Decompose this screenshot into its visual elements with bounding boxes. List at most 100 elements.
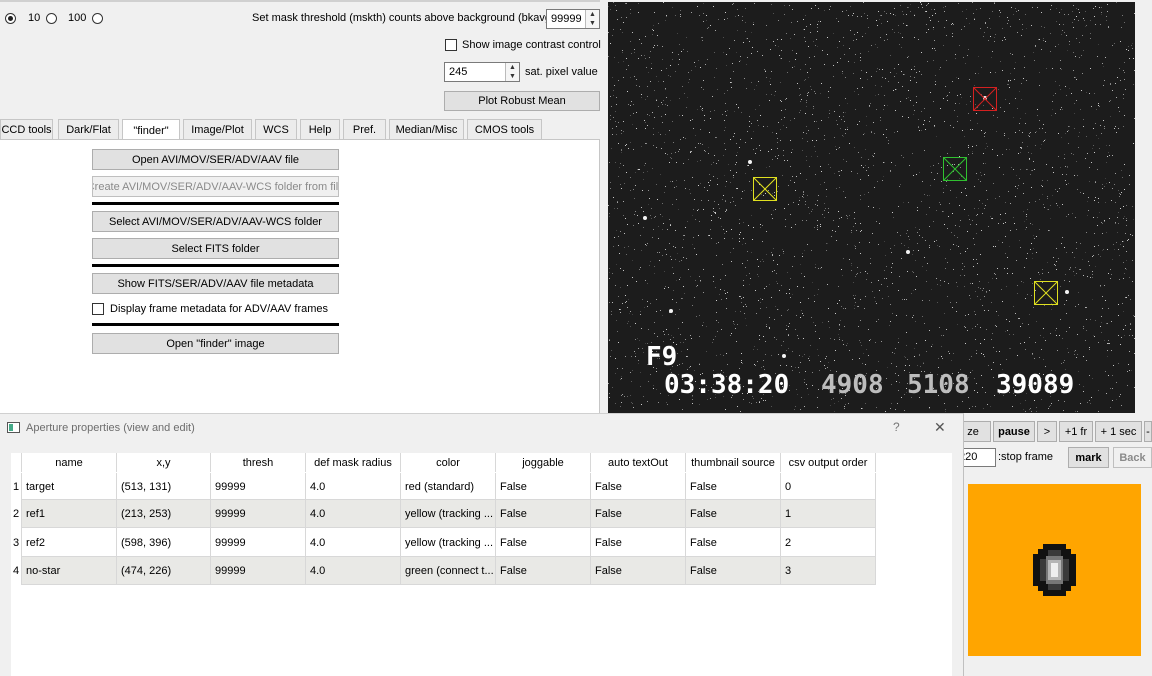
cell-csv-order[interactable]: 2 xyxy=(781,528,876,557)
cell-csv-order[interactable]: 0 xyxy=(781,473,876,500)
row-number[interactable]: 1 xyxy=(11,473,22,500)
tab-pref[interactable]: Pref. xyxy=(343,119,386,140)
cell-thumbnail-source[interactable]: False xyxy=(686,473,781,500)
open-finder-image-button[interactable]: Open "finder" image xyxy=(92,333,339,354)
cell-auto-textout[interactable]: False xyxy=(591,557,686,585)
row-number[interactable]: 4 xyxy=(11,557,22,585)
plus-one-frame-button[interactable]: +1 fr xyxy=(1059,421,1093,442)
select-fits-folder-button[interactable]: Select FITS folder xyxy=(92,238,339,259)
cell-name[interactable]: no-star xyxy=(22,557,117,585)
cell-thresh[interactable]: 99999 xyxy=(211,528,306,557)
cell-thresh[interactable]: 99999 xyxy=(211,473,306,500)
cell-name[interactable]: ref2 xyxy=(22,528,117,557)
tab-finder[interactable]: "finder" xyxy=(122,119,180,141)
column-header-xy[interactable]: x,y xyxy=(117,453,211,472)
ref2-aperture-marker[interactable] xyxy=(1034,281,1058,305)
cell-thresh[interactable]: 99999 xyxy=(211,557,306,585)
cell-xy[interactable]: (598, 396) xyxy=(117,528,211,557)
select-wcs-folder-button[interactable]: Select AVI/MOV/SER/ADV/AAV-WCS folder xyxy=(92,211,339,232)
cell-thumbnail-source[interactable]: False xyxy=(686,500,781,528)
tab-cmos-tools[interactable]: CMOS tools xyxy=(467,119,542,140)
threshold-value: 99999 xyxy=(551,13,582,25)
radio-10[interactable] xyxy=(46,13,57,24)
cell-csv-order[interactable]: 3 xyxy=(781,557,876,585)
cell-color[interactable]: yellow (tracking ... xyxy=(401,528,496,557)
cell-auto-textout[interactable]: False xyxy=(591,473,686,500)
threshold-spin-arrows[interactable]: ▲ ▼ xyxy=(585,10,599,28)
ref1-aperture-marker[interactable] xyxy=(753,177,777,201)
code-2: 5108 xyxy=(907,370,970,400)
cell-joggable[interactable]: False xyxy=(496,473,591,500)
cell-color[interactable]: green (connect t... xyxy=(401,557,496,585)
window-icon xyxy=(7,422,20,433)
cell-color[interactable]: yellow (tracking ... xyxy=(401,500,496,528)
step-forward-button[interactable]: > xyxy=(1037,421,1057,442)
cell-color[interactable]: red (standard) xyxy=(401,473,496,500)
plot-robust-mean-button[interactable]: Plot Robust Mean xyxy=(444,91,600,111)
open-avi-file-button[interactable]: Open AVI/MOV/SER/ADV/AAV file xyxy=(92,149,339,170)
help-icon[interactable]: ? xyxy=(893,420,900,434)
cell-auto-textout[interactable]: False xyxy=(591,528,686,557)
row-number[interactable]: 3 xyxy=(11,528,22,557)
video-frame[interactable]: F9 03:38:20 4908 5108 39089 xyxy=(608,2,1135,413)
cell-xy[interactable]: (213, 253) xyxy=(117,500,211,528)
column-header-mask-radius[interactable]: def mask radius xyxy=(306,453,401,472)
star-field-image xyxy=(608,2,1135,412)
sat-spin-arrows[interactable]: ▲ ▼ xyxy=(505,63,519,81)
plus-one-sec-button[interactable]: + 1 sec xyxy=(1095,421,1142,442)
cell-xy[interactable]: (474, 226) xyxy=(117,557,211,585)
create-wcs-folder-button[interactable]: Create AVI/MOV/SER/ADV/AAV-WCS folder fr… xyxy=(92,176,339,197)
cell-xy[interactable]: (513, 131) xyxy=(117,473,211,500)
cell-thresh[interactable]: 99999 xyxy=(211,500,306,528)
cell-name[interactable]: target xyxy=(22,473,117,500)
column-header-csv-order[interactable]: csv output order xyxy=(781,453,876,472)
cell-mask-radius[interactable]: 4.0 xyxy=(306,500,401,528)
radio-1[interactable] xyxy=(5,13,16,24)
target-aperture-marker[interactable] xyxy=(973,87,997,111)
tab-wcs[interactable]: WCS xyxy=(255,119,297,140)
cell-mask-radius[interactable]: 4.0 xyxy=(306,473,401,500)
tab-help[interactable]: Help xyxy=(300,119,340,140)
cell-joggable[interactable]: False xyxy=(496,500,591,528)
table-corner xyxy=(11,453,22,472)
column-header-color[interactable]: color xyxy=(401,453,496,472)
more-button[interactable]: - xyxy=(1144,421,1152,442)
code-1: 4908 xyxy=(821,370,884,400)
display-metadata-checkbox[interactable] xyxy=(92,303,104,315)
cell-joggable[interactable]: False xyxy=(496,557,591,585)
cell-thumbnail-source[interactable]: False xyxy=(686,528,781,557)
row-number[interactable]: 2 xyxy=(11,500,22,528)
close-icon[interactable]: ✕ xyxy=(934,419,946,436)
separator xyxy=(92,202,339,205)
thumbnail-image xyxy=(968,484,1141,656)
cell-name[interactable]: ref1 xyxy=(22,500,117,528)
cell-joggable[interactable]: False xyxy=(496,528,591,557)
column-header-auto-textout[interactable]: auto textOut xyxy=(591,453,686,472)
tab-image-plot[interactable]: Image/Plot xyxy=(183,119,252,140)
cell-mask-radius[interactable]: 4.0 xyxy=(306,557,401,585)
pause-button[interactable]: pause xyxy=(993,421,1035,442)
radio-100-label: 100 xyxy=(68,12,87,24)
timestamp: 03:38:20 xyxy=(664,370,790,400)
contrast-checkbox[interactable] xyxy=(445,39,457,51)
column-header-joggable[interactable]: joggable xyxy=(496,453,591,472)
column-header-thumbnail-source[interactable]: thumbnail source xyxy=(686,453,781,472)
cell-mask-radius[interactable]: 4.0 xyxy=(306,528,401,557)
mark-button[interactable]: mark xyxy=(1068,447,1109,468)
tab-ccd-tools[interactable]: CCD tools xyxy=(0,119,53,140)
radio-100[interactable] xyxy=(92,13,103,24)
column-header-thresh[interactable]: thresh xyxy=(211,453,306,472)
column-header-name[interactable]: name xyxy=(22,453,117,472)
contrast-label: Show image contrast control xyxy=(462,39,601,51)
cell-csv-order[interactable]: 1 xyxy=(781,500,876,528)
no-star-aperture-marker[interactable] xyxy=(943,157,967,181)
cell-thumbnail-source[interactable]: False xyxy=(686,557,781,585)
tab-dark-flat[interactable]: Dark/Flat xyxy=(58,119,119,140)
show-metadata-button[interactable]: Show FITS/SER/ADV/AAV file metadata xyxy=(92,273,339,294)
stop-frame-label: :stop frame xyxy=(998,451,1054,463)
cell-auto-textout[interactable]: False xyxy=(591,500,686,528)
threshold-spinbox[interactable]: 99999 ▲ ▼ xyxy=(546,9,600,29)
sat-spinbox[interactable]: 245 ▲ ▼ xyxy=(444,62,520,82)
back-button[interactable]: Back xyxy=(1113,447,1152,468)
tab-median-misc[interactable]: Median/Misc xyxy=(389,119,464,140)
